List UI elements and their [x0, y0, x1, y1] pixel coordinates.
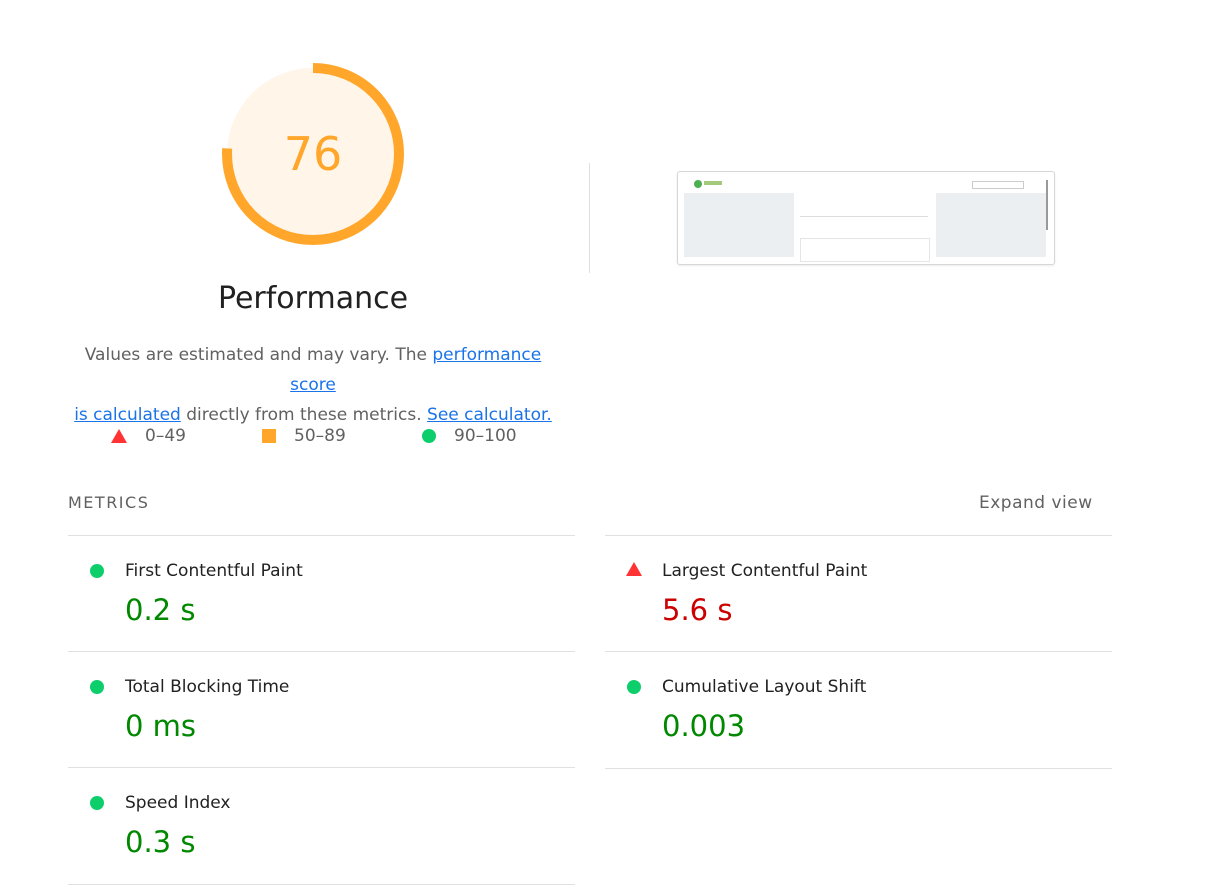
legend-label: 50–89 [294, 426, 346, 446]
triangle-icon [111, 429, 127, 443]
metric-first-contentful-paint: First Contentful Paint 0.2 s [68, 535, 575, 652]
circle-icon [90, 796, 104, 810]
metric-label: Largest Contentful Paint [662, 561, 868, 581]
legend-label: 0–49 [145, 426, 186, 446]
metric-label: Speed Index [125, 793, 231, 813]
description-middle: directly from these metrics. [186, 405, 422, 425]
see-calculator-link[interactable]: See calculator. [427, 405, 552, 425]
thumbnail-content-box [800, 238, 930, 262]
metric-value: 0.2 s [125, 593, 196, 627]
metric-value: 0.003 [662, 709, 746, 743]
metric-largest-contentful-paint: Largest Contentful Paint 5.6 s [605, 535, 1112, 652]
metric-cumulative-layout-shift: Cumulative Layout Shift 0.003 [605, 651, 1112, 769]
legend-item-pass: 90–100 [422, 426, 517, 446]
metric-value: 0 ms [125, 709, 197, 743]
performance-description: Values are estimated and may vary. The p… [63, 340, 563, 430]
circle-icon [90, 680, 104, 694]
metric-label: Cumulative Layout Shift [662, 677, 867, 697]
thumbnail-left-panel [684, 193, 794, 257]
legend-label: 90–100 [454, 426, 517, 446]
circle-icon [627, 680, 641, 694]
performance-score: 76 [283, 127, 343, 181]
thumbnail-header [678, 172, 1054, 192]
circle-icon [422, 429, 436, 443]
expand-view-toggle[interactable]: Expand view [979, 493, 1093, 513]
thumbnail-scrollbar [1046, 180, 1048, 230]
metric-total-blocking-time: Total Blocking Time 0 ms [68, 651, 575, 768]
square-icon [262, 429, 276, 443]
metrics-heading: METRICS [68, 493, 150, 512]
legend-item-average: 50–89 [262, 426, 346, 446]
logo-icon [694, 180, 702, 188]
metric-value: 0.3 s [125, 825, 196, 859]
triangle-icon [626, 562, 642, 576]
final-screenshot-thumbnail[interactable] [677, 171, 1055, 265]
legend-item-fail: 0–49 [111, 426, 186, 446]
thumbnail-search-box [972, 181, 1024, 189]
score-legend: 0–49 50–89 90–100 [0, 426, 1224, 450]
metric-label: First Contentful Paint [125, 561, 303, 581]
performance-title: Performance [217, 281, 409, 316]
vertical-divider [589, 163, 590, 273]
thumbnail-right-panel [936, 193, 1046, 257]
thumbnail-logo-text [704, 181, 722, 185]
metric-label: Total Blocking Time [125, 677, 290, 697]
metric-value: 5.6 s [662, 593, 733, 627]
performance-gauge: 76 [216, 57, 410, 251]
circle-icon [90, 564, 104, 578]
thumbnail-divider [800, 216, 928, 217]
description-prefix: Values are estimated and may vary. The [84, 345, 427, 365]
metric-speed-index: Speed Index 0.3 s [68, 767, 575, 885]
